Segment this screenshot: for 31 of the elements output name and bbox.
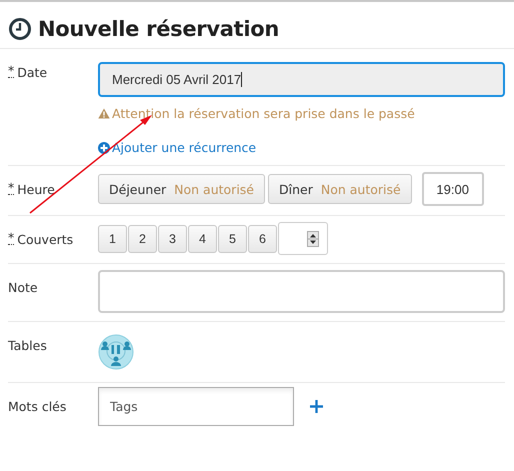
required-mark: * <box>8 232 14 245</box>
required-mark: * <box>8 182 14 195</box>
add-icon[interactable] <box>310 400 323 413</box>
date-field[interactable]: Mercredi 05 Avril 2017 <box>98 62 505 97</box>
covers-button[interactable]: 3 <box>158 224 187 252</box>
field-label: Heure <box>17 182 55 197</box>
time-field[interactable]: 19:00 <box>422 172 484 206</box>
add-recurrence-link[interactable]: Ajouter une récurrence <box>98 140 505 155</box>
tags-field[interactable]: Tags <box>98 387 294 426</box>
field-label: Note <box>8 280 38 295</box>
field-label: Tables <box>8 338 47 353</box>
field-label: Couverts <box>17 232 74 247</box>
covers-button[interactable]: 4 <box>188 224 217 252</box>
required-mark: * <box>8 65 14 78</box>
table-guests-icon[interactable] <box>98 334 134 370</box>
field-label: Date <box>17 65 48 80</box>
plus-circle-icon <box>98 142 110 154</box>
covers-button[interactable]: 5 <box>218 224 247 252</box>
service-button[interactable]: Dîner Non autorisé <box>268 174 412 204</box>
spinner-icon[interactable] <box>307 230 319 246</box>
covers-button[interactable]: 2 <box>128 224 157 252</box>
service-button[interactable]: Déjeuner Non autorisé <box>98 174 265 204</box>
page-title: Nouvelle réservation <box>38 17 280 41</box>
warning-icon <box>98 108 110 119</box>
covers-button[interactable]: 1 <box>98 224 127 252</box>
clock-icon <box>8 17 32 41</box>
note-field[interactable] <box>98 270 505 313</box>
warning-text: Attention la réservation sera prise dans le passé <box>112 106 415 121</box>
number-field[interactable] <box>278 222 328 255</box>
covers-button[interactable]: 6 <box>248 224 277 252</box>
field-label: Mots clés <box>8 399 66 414</box>
